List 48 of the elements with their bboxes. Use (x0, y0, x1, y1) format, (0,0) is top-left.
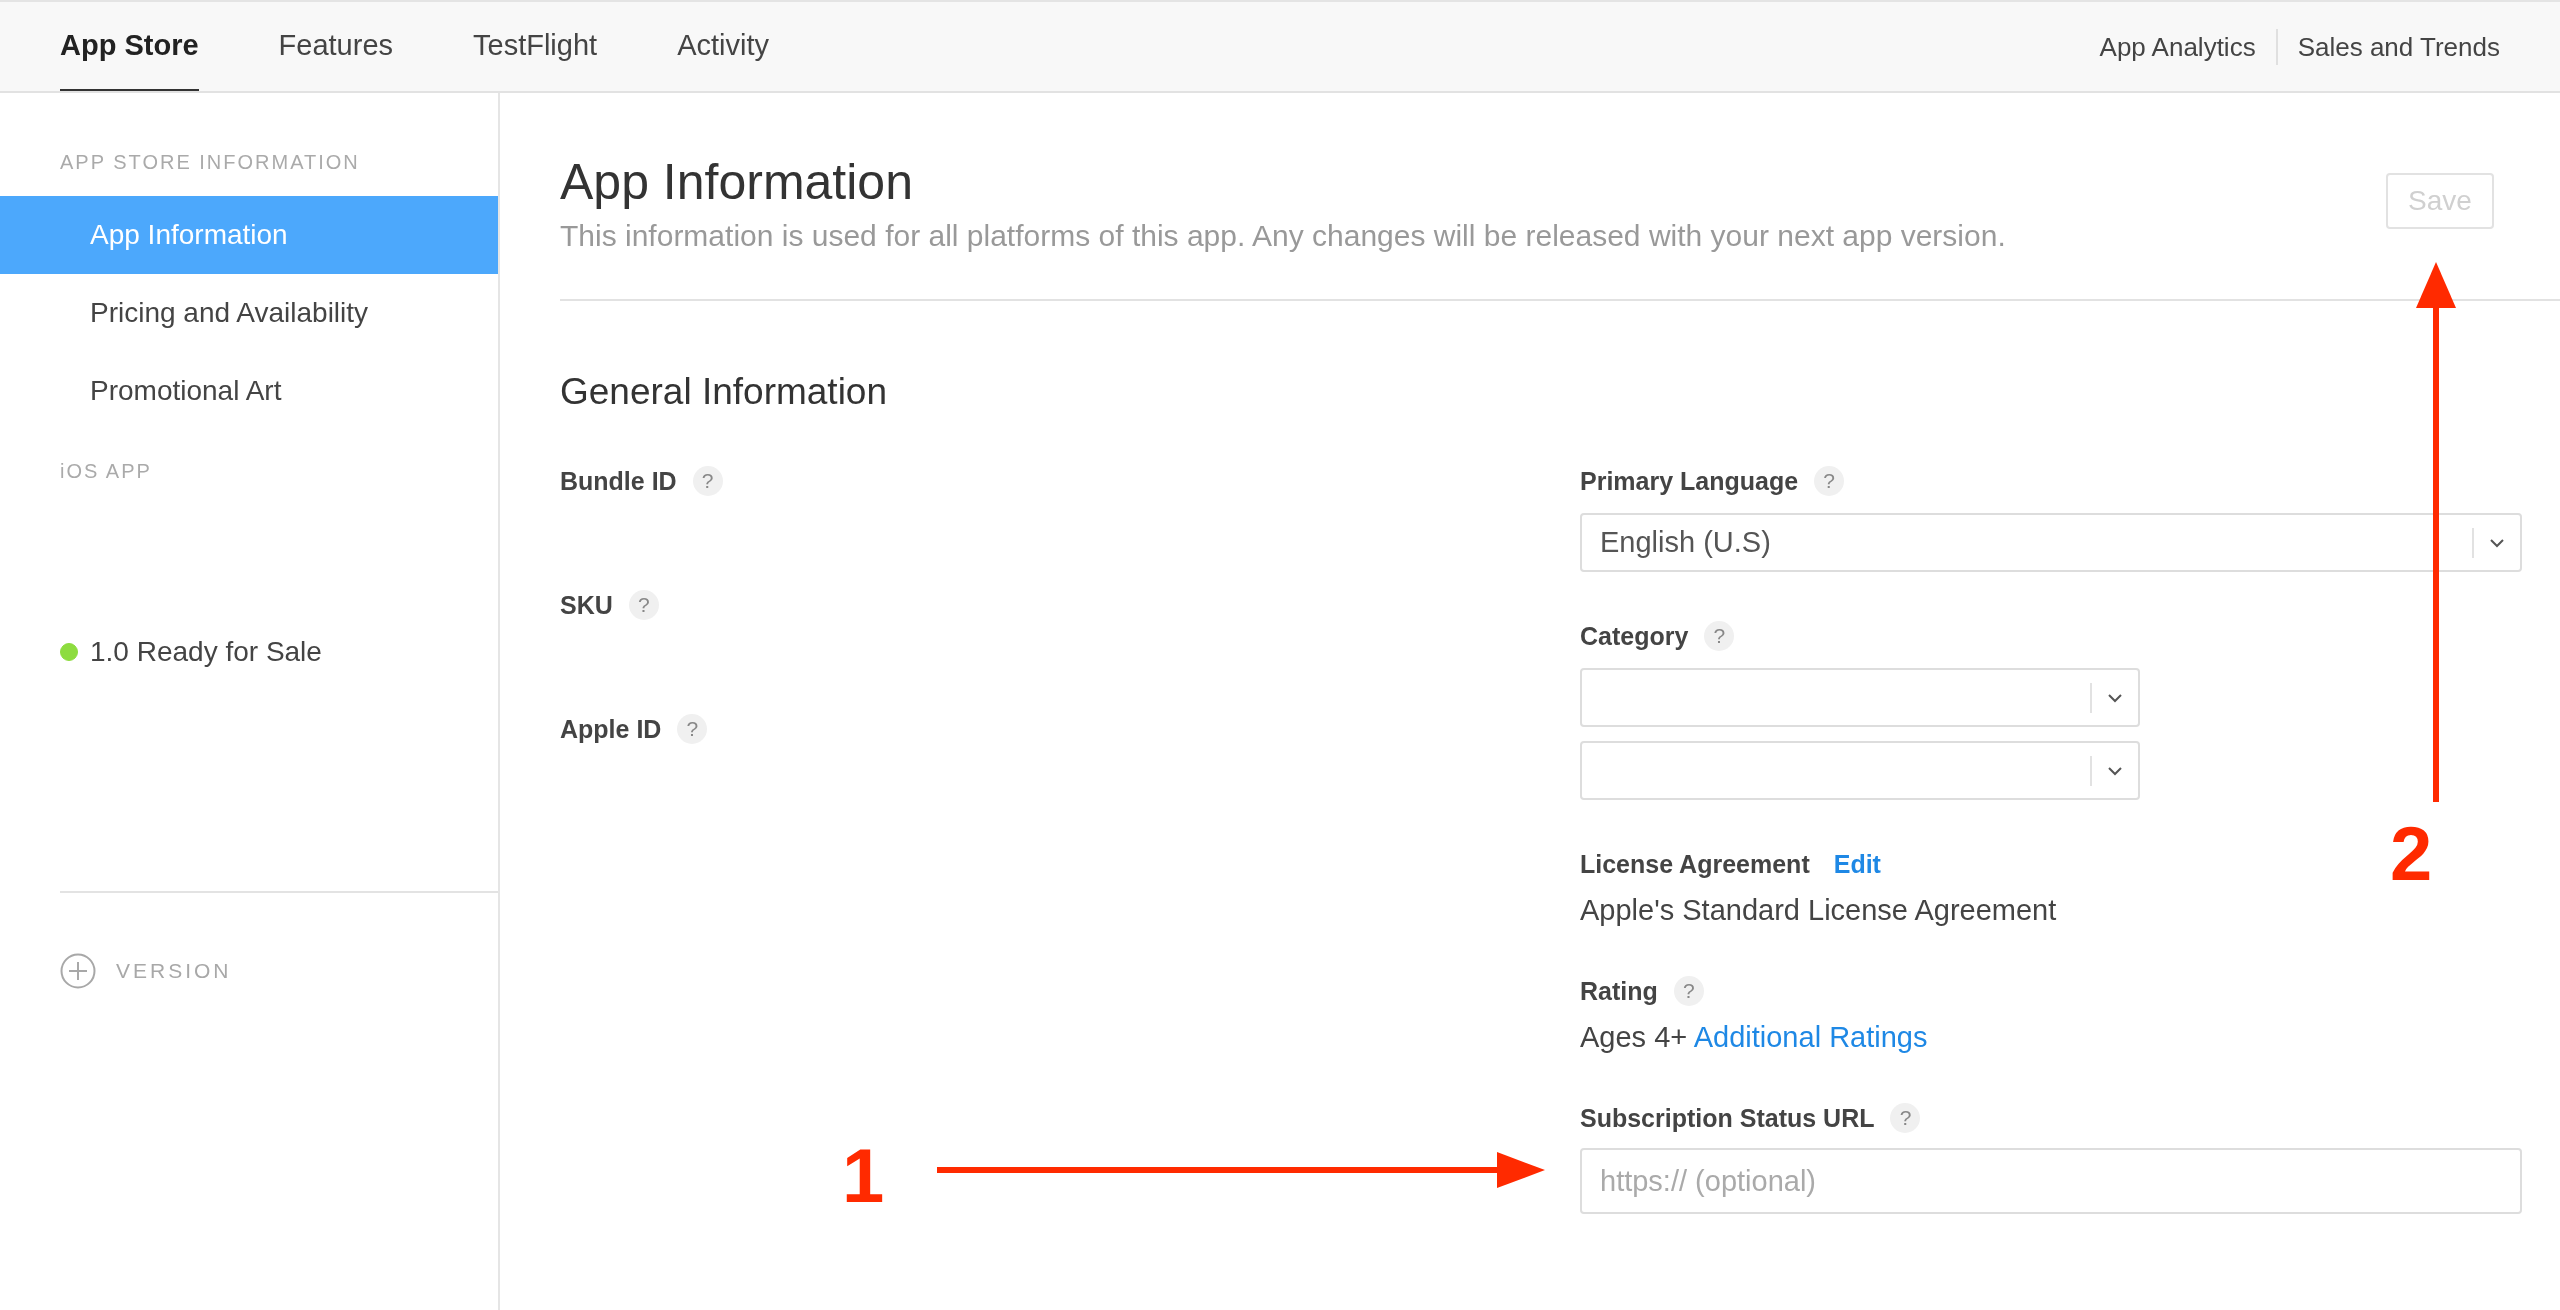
language-select[interactable]: English (U.S) (1580, 513, 2522, 572)
chevron-down-icon (2107, 692, 2123, 703)
field-value: Apple's Standard License Agreement (1580, 894, 2058, 927)
rating-value: Ages 4+ Additional Ratings (1580, 1021, 1929, 1054)
sidebar-item-label: Pricing and Availability (90, 297, 369, 329)
category-select[interactable] (1580, 741, 2140, 800)
sidebar-item[interactable]: App Information (0, 196, 498, 274)
chevron-down-icon (2107, 765, 2123, 776)
nav-link[interactable]: App Analytics (2079, 28, 2276, 65)
field-label: Category (1580, 621, 1689, 651)
sidebar-item[interactable]: Promotional Art (0, 352, 498, 430)
additional-ratings-link[interactable]: Additional Ratings (1693, 1021, 1928, 1053)
sidebar-item-label: Promotional Art (90, 375, 282, 407)
help-icon[interactable]: ? (1704, 621, 1735, 651)
field-label: Bundle ID (560, 466, 677, 496)
sidebar-item-label: App Information (90, 219, 288, 251)
annotation-number: 1 (842, 1138, 885, 1214)
sidebar-heading: iOS APP (59, 460, 153, 483)
page-subtitle: This information is used for all platforms of this app. Any changes will be released with your next app version. (560, 219, 2006, 253)
nav-tab[interactable]: Activity (677, 2, 769, 91)
nav-tab[interactable]: App Store (60, 2, 199, 91)
help-icon[interactable]: ? (1814, 466, 1845, 496)
page-title: App Information (560, 153, 914, 211)
url-input-field[interactable]: https:// (optional) (1580, 1148, 2522, 1214)
edit-link[interactable]: Edit (1833, 849, 1881, 879)
section-heading: General Information (560, 371, 888, 413)
help-icon[interactable]: ? (628, 590, 659, 620)
help-icon[interactable]: ? (677, 714, 708, 744)
plus-circle-icon (60, 953, 96, 989)
help-icon[interactable]: ? (1673, 976, 1704, 1006)
field-label: License Agreement (1580, 849, 1810, 879)
field-label: Rating (1580, 976, 1658, 1006)
help-icon[interactable]: ? (1890, 1103, 1921, 1133)
field-label: SKU (560, 590, 613, 620)
annotation-number: 2 (2390, 816, 2433, 892)
sidebar-item[interactable]: 1.0 Ready for Sale (0, 613, 498, 691)
nav-link[interactable]: Sales and Trends (2275, 28, 2500, 65)
sidebar-item[interactable]: Pricing and Availability (0, 274, 498, 352)
nav-tab[interactable]: Features (278, 2, 393, 91)
field-label: Subscription Status URL (1580, 1103, 1875, 1133)
field-label: Primary Language (1580, 466, 1799, 496)
sidebar-heading: APP STORE INFORMATION (59, 151, 361, 174)
help-icon[interactable]: ? (692, 466, 723, 496)
nav-tab[interactable]: TestFlight (473, 2, 598, 91)
category-select[interactable] (1580, 668, 2140, 727)
sidebar-item-label: 1.0 Ready for Sale (90, 636, 322, 668)
field-label: Apple ID (560, 714, 662, 744)
chevron-down-icon (2489, 537, 2505, 548)
